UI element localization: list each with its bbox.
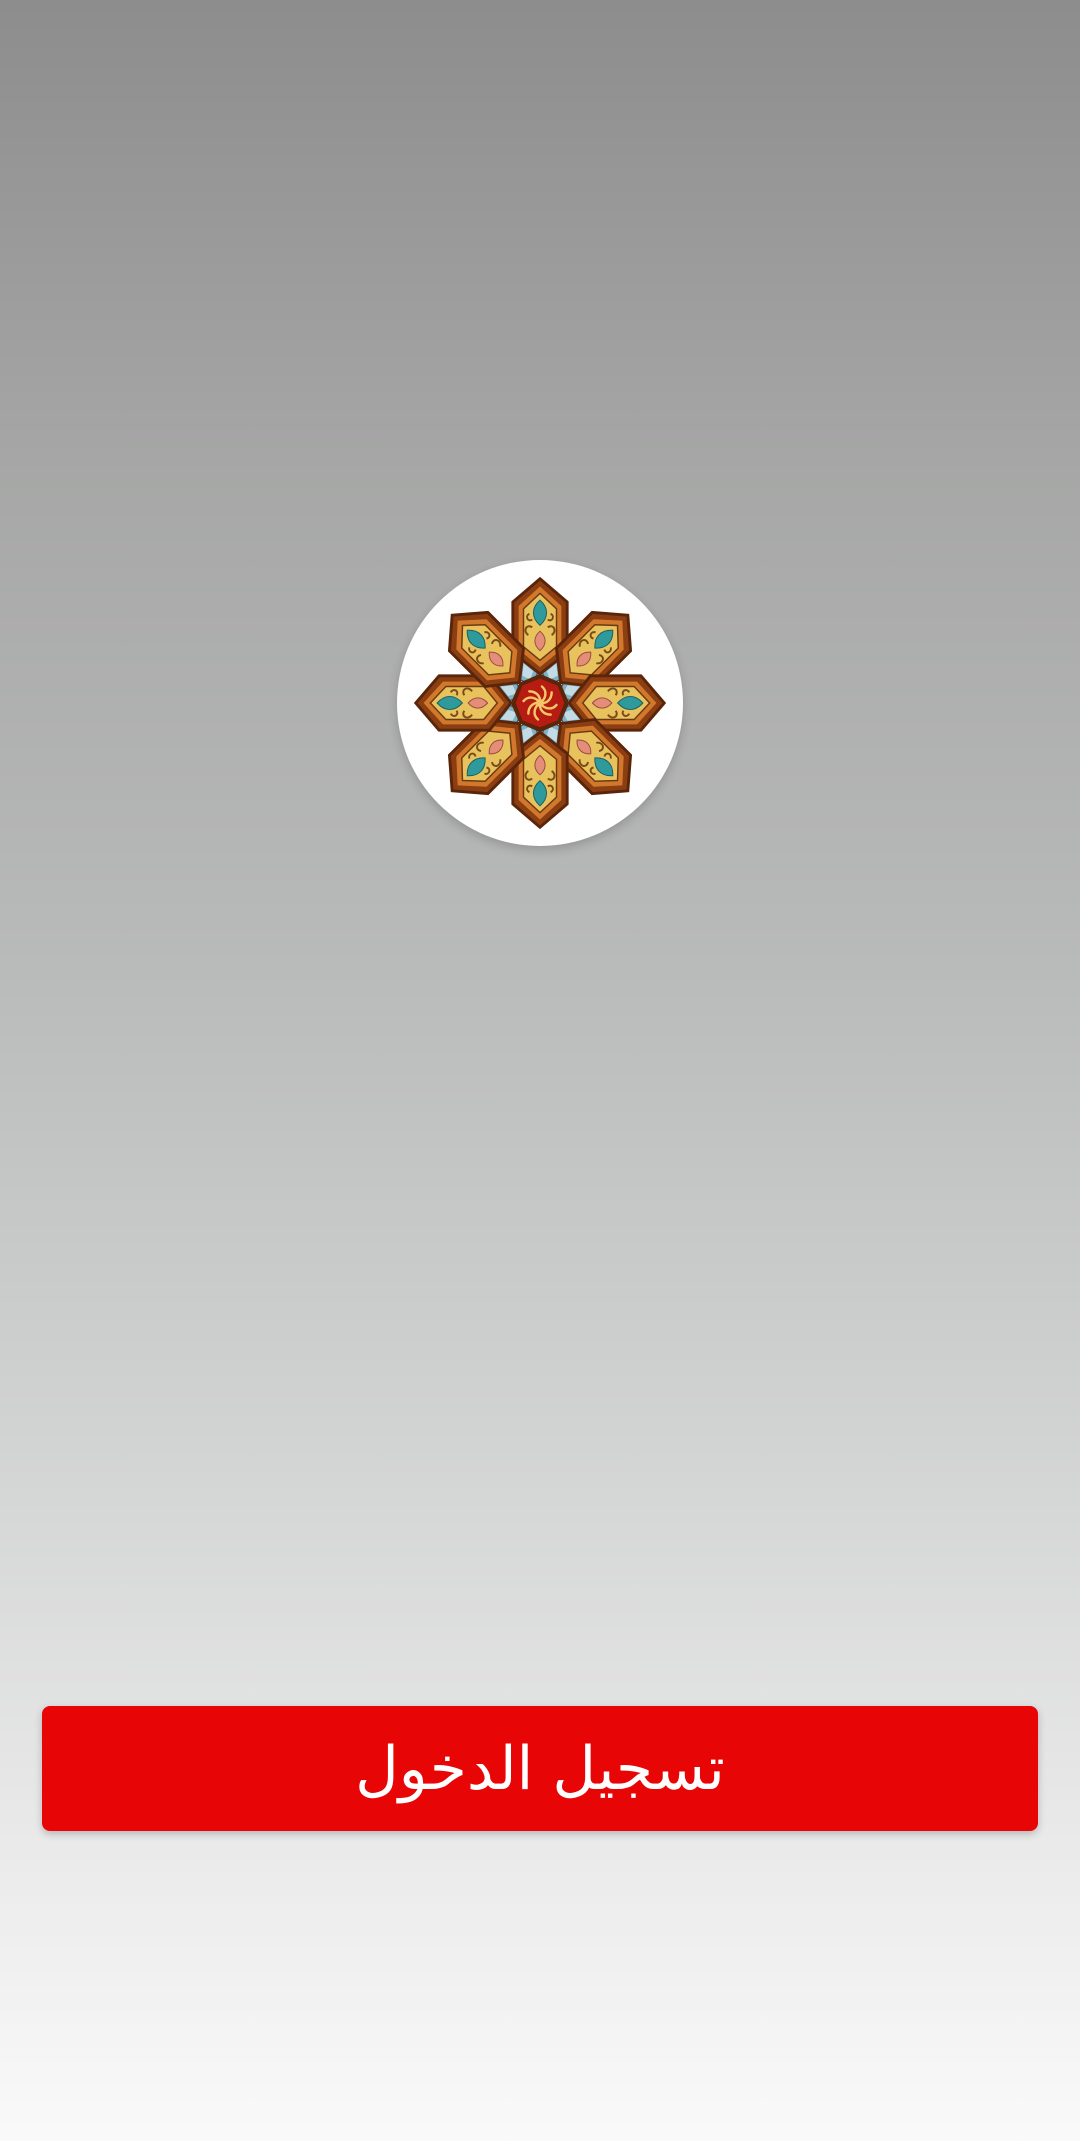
app-logo	[397, 560, 683, 846]
islamic-star-emblem-icon	[414, 577, 666, 829]
login-button-label: تسجيل الدخول	[355, 1733, 725, 1804]
login-screen: تسجيل الدخول	[0, 0, 1080, 2149]
login-button[interactable]: تسجيل الدخول	[42, 1706, 1038, 1831]
bottom-edge	[0, 2141, 1080, 2149]
